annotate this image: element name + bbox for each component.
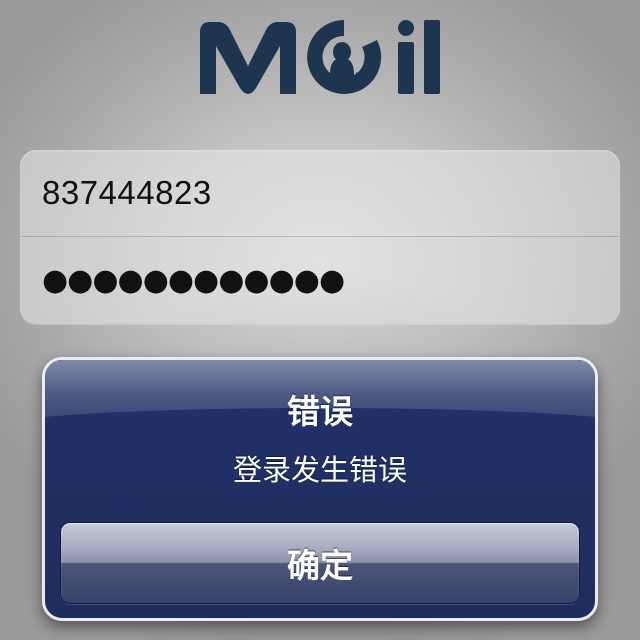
alert-message: 登录发生错误	[232, 453, 407, 487]
confirm-button[interactable]: 确定	[60, 522, 580, 604]
error-alert-dialog: 错误 登录发生错误 确定	[42, 357, 598, 621]
alert-title: 错误	[287, 392, 353, 431]
